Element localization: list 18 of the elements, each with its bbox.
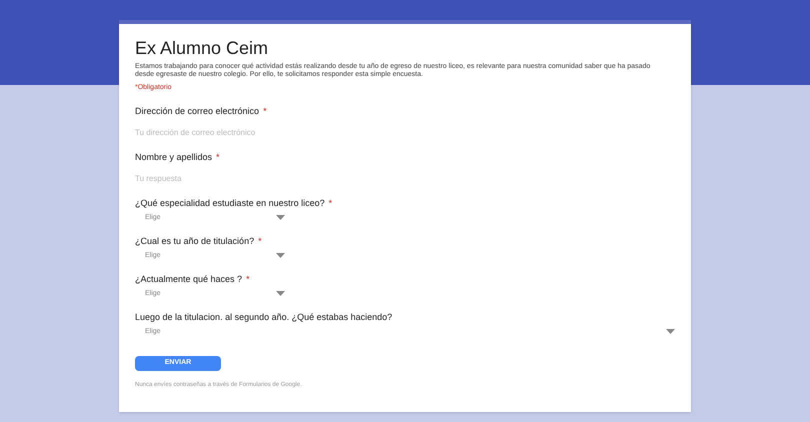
caret-icon: [276, 253, 285, 258]
answer-field[interactable]: Tu respuesta: [135, 174, 385, 184]
required-mark: *: [246, 274, 250, 285]
required-mark: *: [258, 236, 262, 247]
question-label: ¿Qué especialidad estudiaste en nuestro liceo?: [135, 198, 325, 209]
caret-icon: [276, 291, 285, 296]
caret-icon: [276, 215, 285, 220]
caret-icon: [666, 329, 675, 334]
question-label: Nombre y apellidos: [135, 152, 212, 163]
question-label: ¿Cual es tu año de titulación?: [135, 236, 254, 247]
question-label: Luego de la titulacion. al segundo año. ¿Qué estabas haciendo?: [135, 312, 392, 323]
required-mark: *: [328, 198, 332, 209]
required-mark: *: [263, 106, 267, 117]
answer-field[interactable]: Tu dirección de correo electrónico: [135, 128, 385, 138]
question-label: ¿Actualmente qué haces ?: [135, 274, 242, 285]
form-title: Ex Alumno Ceim: [135, 38, 270, 58]
question-label: Dirección de correo electrónico: [135, 106, 260, 117]
required-mark: *: [216, 152, 220, 163]
